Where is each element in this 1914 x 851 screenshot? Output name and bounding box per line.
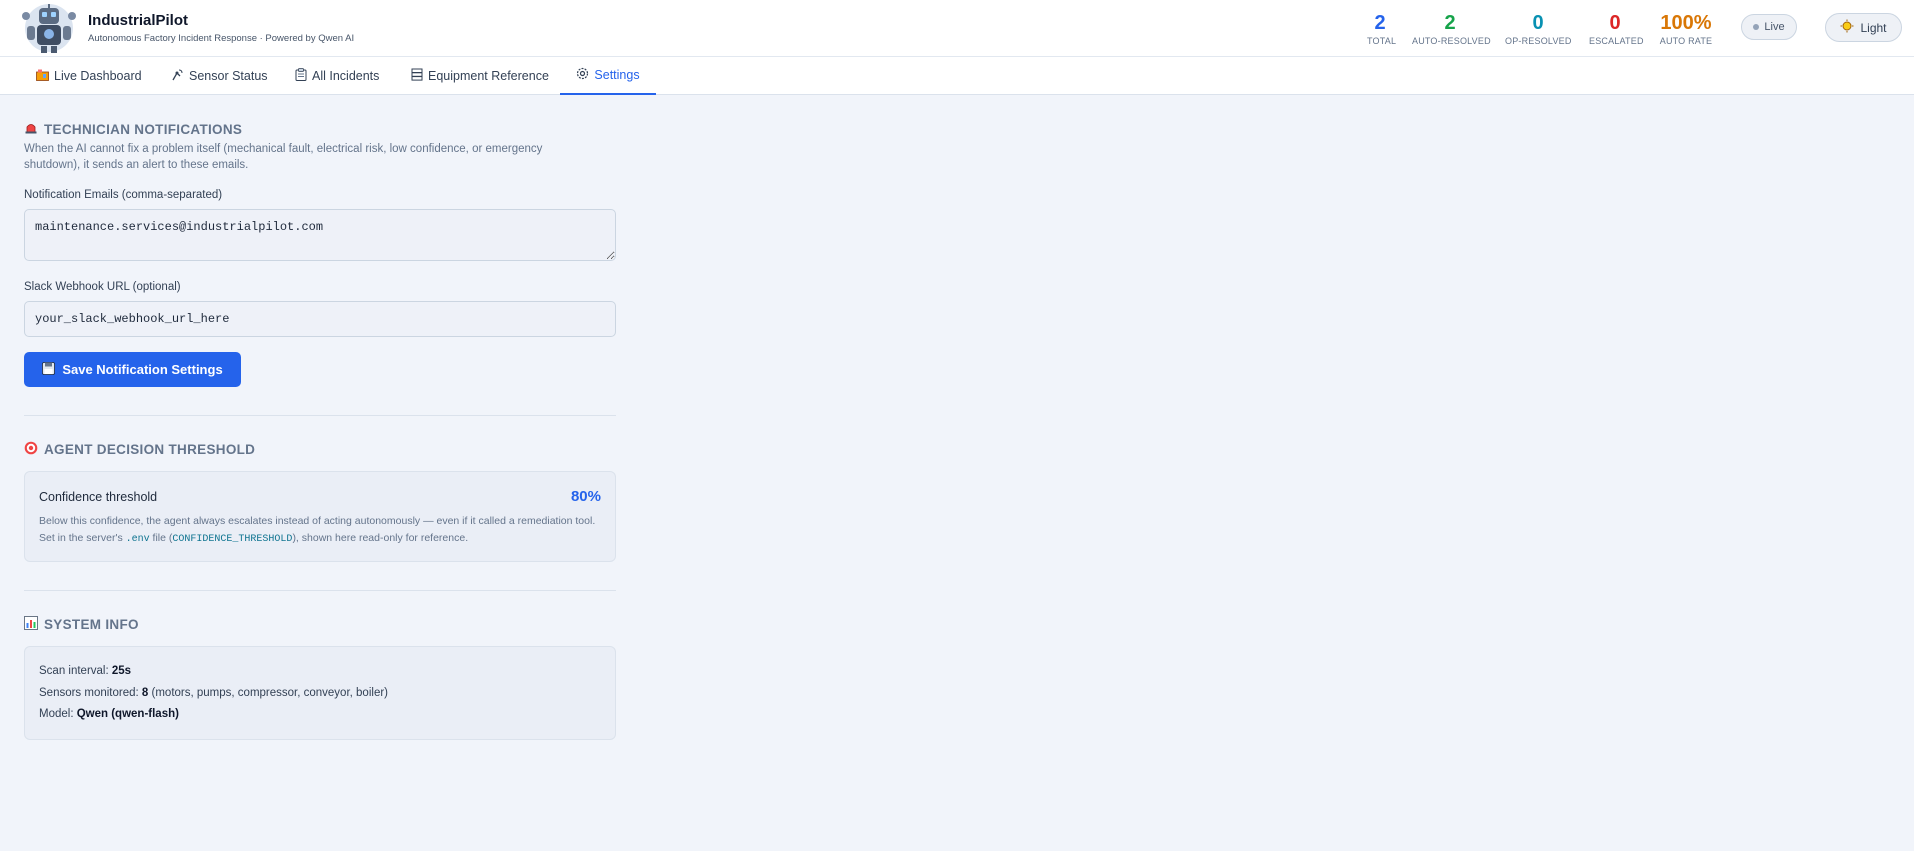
tab-settings-label: Settings: [594, 68, 640, 82]
database-icon: [411, 68, 423, 84]
model-label: Model:: [39, 708, 77, 720]
stat-escalated-label: ESCALATED: [1589, 36, 1644, 46]
threshold-note-text-2: file (: [149, 532, 173, 544]
stat-auto-resolved-label: AUTO-RESOLVED: [1412, 36, 1491, 46]
dashboard-icon: [36, 69, 49, 84]
floppy-disk-icon: [42, 361, 56, 378]
threshold-note: Below this confidence, the agent always …: [39, 513, 599, 548]
confidence-threshold-code: CONFIDENCE_THRESHOLD: [172, 534, 293, 545]
save-notification-settings-label: Save Notification Settings: [62, 362, 223, 377]
clipboard-icon: [295, 68, 307, 84]
stat-escalated-value: 0: [1609, 12, 1621, 34]
stat-total-value: 2: [1374, 12, 1386, 34]
notification-emails-field[interactable]: maintenance.services@industrialpilot.com: [24, 209, 616, 261]
notifications-description: When the AI cannot fix a problem itself …: [24, 143, 543, 171]
scan-interval-label: Scan interval:: [39, 665, 112, 677]
tab-sensor-status-label: Sensor Status: [189, 69, 268, 83]
env-file-code: .env: [125, 534, 150, 545]
threshold-section-title: AGENT DECISION THRESHOLD: [24, 441, 255, 458]
tab-all-incidents-label: All Incidents: [312, 69, 380, 83]
model-line: Model: Qwen (qwen-flash): [39, 708, 179, 720]
theme-toggle-label: Light: [1860, 20, 1887, 35]
section-divider: [24, 415, 616, 416]
system-info-card: Scan interval: 25s Sensors monitored: 8 …: [24, 646, 616, 740]
sun-icon: [1840, 19, 1854, 36]
stat-auto-rate: 100% AUTO RATE: [1658, 12, 1714, 46]
tab-sensor-status[interactable]: Sensor Status: [171, 57, 268, 95]
notifications-title: TECHNICIAN NOTIFICATIONS: [44, 121, 243, 137]
sensors-monitored-line: Sensors monitored: 8 (motors, pumps, com…: [39, 687, 388, 699]
tab-all-incidents[interactable]: All Incidents: [295, 57, 379, 95]
stat-op-resolved-label: OP-RESOLVED: [1505, 36, 1572, 46]
tab-live-dashboard[interactable]: Live Dashboard: [36, 57, 142, 95]
live-status-badge: Live: [1741, 14, 1797, 40]
threshold-card: Confidence threshold 80% Below this conf…: [24, 471, 616, 562]
target-icon: [24, 441, 38, 458]
siren-icon: [24, 121, 38, 137]
stat-auto-resolved-value: 2: [1444, 12, 1456, 34]
tab-equipment-reference[interactable]: Equipment Reference: [411, 57, 549, 95]
theme-toggle-button[interactable]: Light: [1825, 13, 1902, 42]
app-header: IndustrialPilot Autonomous Factory Incid…: [0, 0, 1914, 57]
sensors-monitored-detail: (motors, pumps, compressor, conveyor, bo…: [148, 687, 388, 699]
stat-auto-resolved: 2 AUTO-RESOLVED: [1412, 12, 1491, 46]
live-label: Live: [1764, 21, 1785, 33]
main-tabs: Live Dashboard Sensor Status All Inciden…: [0, 57, 1914, 95]
tab-live-dashboard-label: Live Dashboard: [54, 69, 142, 83]
stat-total: 2 TOTAL: [1367, 12, 1397, 46]
system-info-section-title: SYSTEM INFO: [24, 616, 139, 633]
section-divider: [24, 590, 616, 591]
tab-equipment-reference-label: Equipment Reference: [428, 69, 549, 83]
model-value: Qwen (qwen-flash): [76, 708, 179, 720]
threshold-note-text-3: ), shown here read-only for reference.: [292, 532, 469, 544]
stat-op-resolved-value: 0: [1532, 12, 1544, 34]
sensor-icon: [171, 68, 184, 84]
save-notification-settings-button[interactable]: Save Notification Settings: [24, 352, 241, 387]
system-info-title: SYSTEM INFO: [44, 617, 139, 632]
emails-label: Notification Emails (comma-separated): [24, 189, 223, 201]
robot-logo-icon: [19, 2, 79, 54]
scan-interval-line: Scan interval: 25s: [39, 665, 131, 677]
slack-webhook-label: Slack Webhook URL (optional): [24, 281, 181, 293]
bar-chart-icon: [24, 616, 38, 633]
stat-escalated: 0 ESCALATED: [1589, 12, 1644, 46]
app-title: IndustrialPilot: [88, 12, 189, 29]
app-subtitle: Autonomous Factory Incident Response · P…: [88, 33, 355, 44]
scan-interval-value: 25s: [111, 665, 132, 677]
tab-settings[interactable]: Settings: [560, 57, 656, 95]
stat-total-label: TOTAL: [1367, 36, 1397, 46]
confidence-threshold-label: Confidence threshold: [39, 490, 158, 504]
stat-auto-rate-label: AUTO RATE: [1659, 36, 1713, 46]
notifications-section-title: TECHNICIAN NOTIFICATIONS: [24, 121, 242, 137]
stat-auto-rate-value: 100%: [1660, 12, 1712, 34]
confidence-threshold-value: 80%: [570, 488, 601, 505]
threshold-title: AGENT DECISION THRESHOLD: [44, 442, 256, 457]
slack-webhook-input[interactable]: [24, 301, 616, 337]
live-dot-icon: [1753, 24, 1760, 30]
sensors-monitored-label: Sensors monitored:: [39, 687, 142, 699]
gear-icon: [576, 67, 589, 83]
stat-op-resolved: 0 OP-RESOLVED: [1505, 12, 1571, 46]
